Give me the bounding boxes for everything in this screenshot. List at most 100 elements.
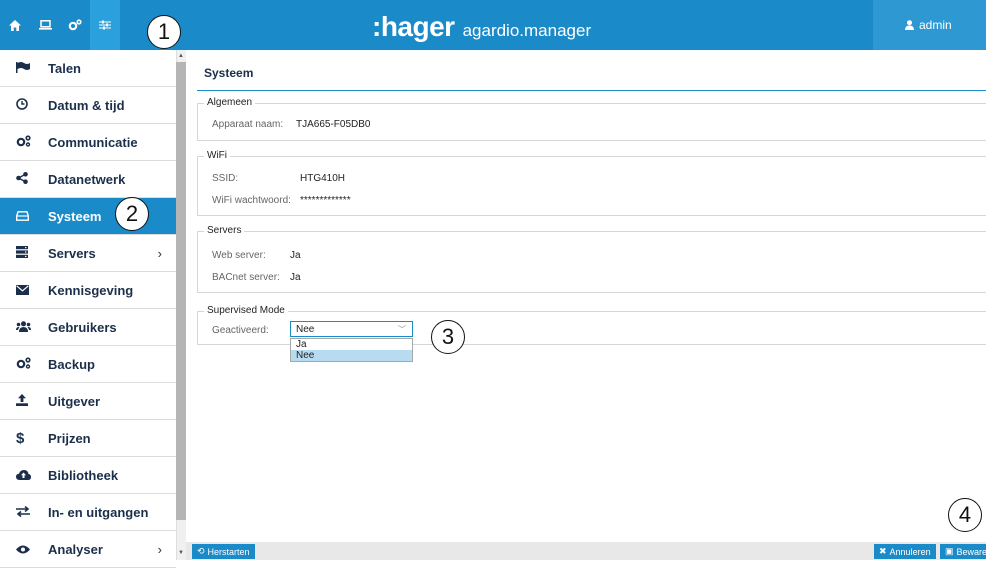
- ssid-label: SSID:: [212, 173, 239, 184]
- device-name-value: TJA665-F05DB0: [296, 119, 371, 130]
- sidebar-item-communicatie[interactable]: Communicatie: [0, 124, 176, 161]
- users-icon: [16, 320, 48, 335]
- sidebar-item-label: Kennisgeving: [48, 282, 134, 298]
- hdd-icon: [16, 209, 48, 224]
- sidebar-item-systeem[interactable]: Systeem: [0, 198, 176, 235]
- sidebar-item-label: Datum & tijd: [48, 97, 125, 113]
- sidebar-item-label: Gebruikers: [48, 319, 117, 335]
- cancel-button[interactable]: ✖ Annuleren: [874, 544, 936, 559]
- fieldset-general: Algemeen Apparaat naam: TJA665-F05DB0: [197, 97, 986, 141]
- save-label: Bewaren: [956, 546, 986, 557]
- sidebar-item-label: Prijzen: [48, 430, 91, 446]
- web-server-row: Web server: Ja: [212, 250, 301, 261]
- upload-icon: [16, 393, 48, 409]
- activated-label: Geactiveerd:: [212, 325, 269, 336]
- cogs-icon: [16, 356, 48, 372]
- restart-button[interactable]: ⟲ Herstarten: [192, 544, 255, 559]
- wifi-password-value: *************: [300, 195, 351, 206]
- ssid-row: SSID: HTG410H: [212, 173, 345, 184]
- sliders-icon[interactable]: [90, 0, 120, 50]
- device-name-row: Apparaat naam: TJA665-F05DB0: [212, 119, 370, 130]
- web-server-label: Web server:: [212, 250, 266, 261]
- cloud-upload-icon: [16, 468, 48, 483]
- fieldset-legend: Supervised Mode: [204, 305, 288, 316]
- wifi-password-label: WiFi wachtwoord:: [212, 195, 291, 206]
- sidebar-item-talen[interactable]: Talen: [0, 50, 176, 87]
- brand: :hager agardio.manager: [372, 11, 591, 43]
- activated-dropdown: Ja Nee: [290, 338, 413, 362]
- restart-label: Herstarten: [207, 546, 250, 557]
- callout-4: 4: [948, 498, 982, 532]
- chevron-down-icon: ﹀: [398, 325, 406, 334]
- sidebar-item-datum-tijd[interactable]: Datum & tijd: [0, 87, 176, 124]
- device-name-label: Apparaat naam:: [212, 119, 284, 130]
- activated-select[interactable]: Nee ﹀: [290, 321, 413, 337]
- undo-icon: ⟲: [197, 546, 205, 556]
- chevron-right-icon: ›: [157, 245, 162, 261]
- sidebar-item-servers[interactable]: Servers ›: [0, 235, 176, 272]
- callout-2: 2: [115, 197, 149, 231]
- bacnet-server-row: BACnet server: Ja: [212, 272, 301, 283]
- home-icon[interactable]: [0, 0, 30, 50]
- sidebar-item-label: Talen: [48, 60, 81, 76]
- sidebar-item-label: Backup: [48, 356, 95, 372]
- fieldset-servers: Servers Web server: Ja BACnet server: Ja: [197, 225, 986, 293]
- share-icon: [16, 171, 48, 187]
- username: admin: [919, 18, 952, 32]
- fieldset-legend: WiFi: [204, 150, 230, 161]
- close-icon: ✖: [879, 546, 887, 556]
- flag-icon: [16, 61, 48, 76]
- fieldset-wifi: WiFi SSID: HTG410H WiFi wachtwoord: ****…: [197, 150, 986, 216]
- ssid-value: HTG410H: [300, 173, 346, 184]
- save-button[interactable]: ▣ Bewaren: [940, 544, 986, 559]
- wifi-password-row: WiFi wachtwoord: *************: [212, 195, 351, 206]
- exchange-icon: [16, 505, 48, 520]
- sidebar-item-kennisgeving[interactable]: Kennisgeving: [0, 272, 176, 309]
- sidebar-item-in-en-uitgangen[interactable]: In- en uitgangen: [0, 494, 176, 531]
- sidebar-item-gebruikers[interactable]: Gebruikers: [0, 309, 176, 346]
- settings-icon[interactable]: [60, 0, 90, 50]
- floppy-icon: ▣: [945, 546, 954, 556]
- dropdown-option-nee[interactable]: Nee: [291, 350, 412, 361]
- laptop-icon[interactable]: [30, 0, 60, 50]
- user-icon: [905, 20, 914, 30]
- eye-icon: [16, 542, 48, 557]
- title-divider: [197, 90, 986, 91]
- sidebar-item-label: Uitgever: [48, 393, 101, 409]
- bacnet-server-value: Ja: [290, 272, 301, 283]
- sidebar-item-label: Analyser: [48, 541, 103, 557]
- sidebar-item-prijzen[interactable]: $ Prijzen: [0, 420, 176, 457]
- sidebar-item-uitgever[interactable]: Uitgever: [0, 383, 176, 420]
- activated-row: Geactiveerd:: [212, 325, 269, 336]
- hager-logo: :hager: [372, 11, 455, 42]
- bottom-toolbar: ⟲ Herstarten ✖ Annuleren ▣ Bewaren: [186, 542, 986, 560]
- sidebar-item-label: Communicatie: [48, 134, 138, 150]
- sidebar-item-backup[interactable]: Backup: [0, 346, 176, 383]
- sidebar-item-label: Bibliotheek: [48, 467, 119, 483]
- sidebar-scrollbar-thumb[interactable]: [176, 62, 186, 520]
- chevron-right-icon: ›: [157, 541, 162, 557]
- sidebar-item-analyser[interactable]: Analyser ›: [0, 531, 176, 568]
- user-menu[interactable]: admin: [873, 0, 986, 50]
- clock-icon: [16, 97, 48, 113]
- main-content: Systeem Algemeen Apparaat naam: TJA665-F…: [186, 50, 986, 540]
- dropdown-option-ja[interactable]: Ja: [291, 339, 412, 350]
- dollar-icon: $: [16, 429, 25, 447]
- envelope-icon: [16, 283, 48, 298]
- fieldset-legend: Algemeen: [204, 97, 256, 108]
- sidebar: Talen Datum & tijd Communicatie Datanetw…: [0, 50, 176, 568]
- sidebar-item-label: Systeem: [48, 208, 102, 224]
- product-name: agardio.manager: [462, 21, 592, 40]
- sidebar-item-bibliotheek[interactable]: Bibliotheek: [0, 457, 176, 494]
- server-icon: [16, 245, 48, 261]
- scroll-up-arrow-icon[interactable]: ▲: [178, 53, 184, 59]
- sidebar-item-datanetwerk[interactable]: Datanetwerk: [0, 161, 176, 198]
- sidebar-item-label: In- en uitgangen: [48, 504, 149, 520]
- scroll-down-arrow-icon[interactable]: ▼: [178, 550, 184, 556]
- cogs-icon: [16, 134, 48, 150]
- callout-3: 3: [431, 320, 465, 354]
- page-title: Systeem: [204, 66, 254, 80]
- cancel-label: Annuleren: [889, 546, 931, 557]
- sidebar-item-label: Datanetwerk: [48, 171, 126, 187]
- web-server-value: Ja: [290, 250, 301, 261]
